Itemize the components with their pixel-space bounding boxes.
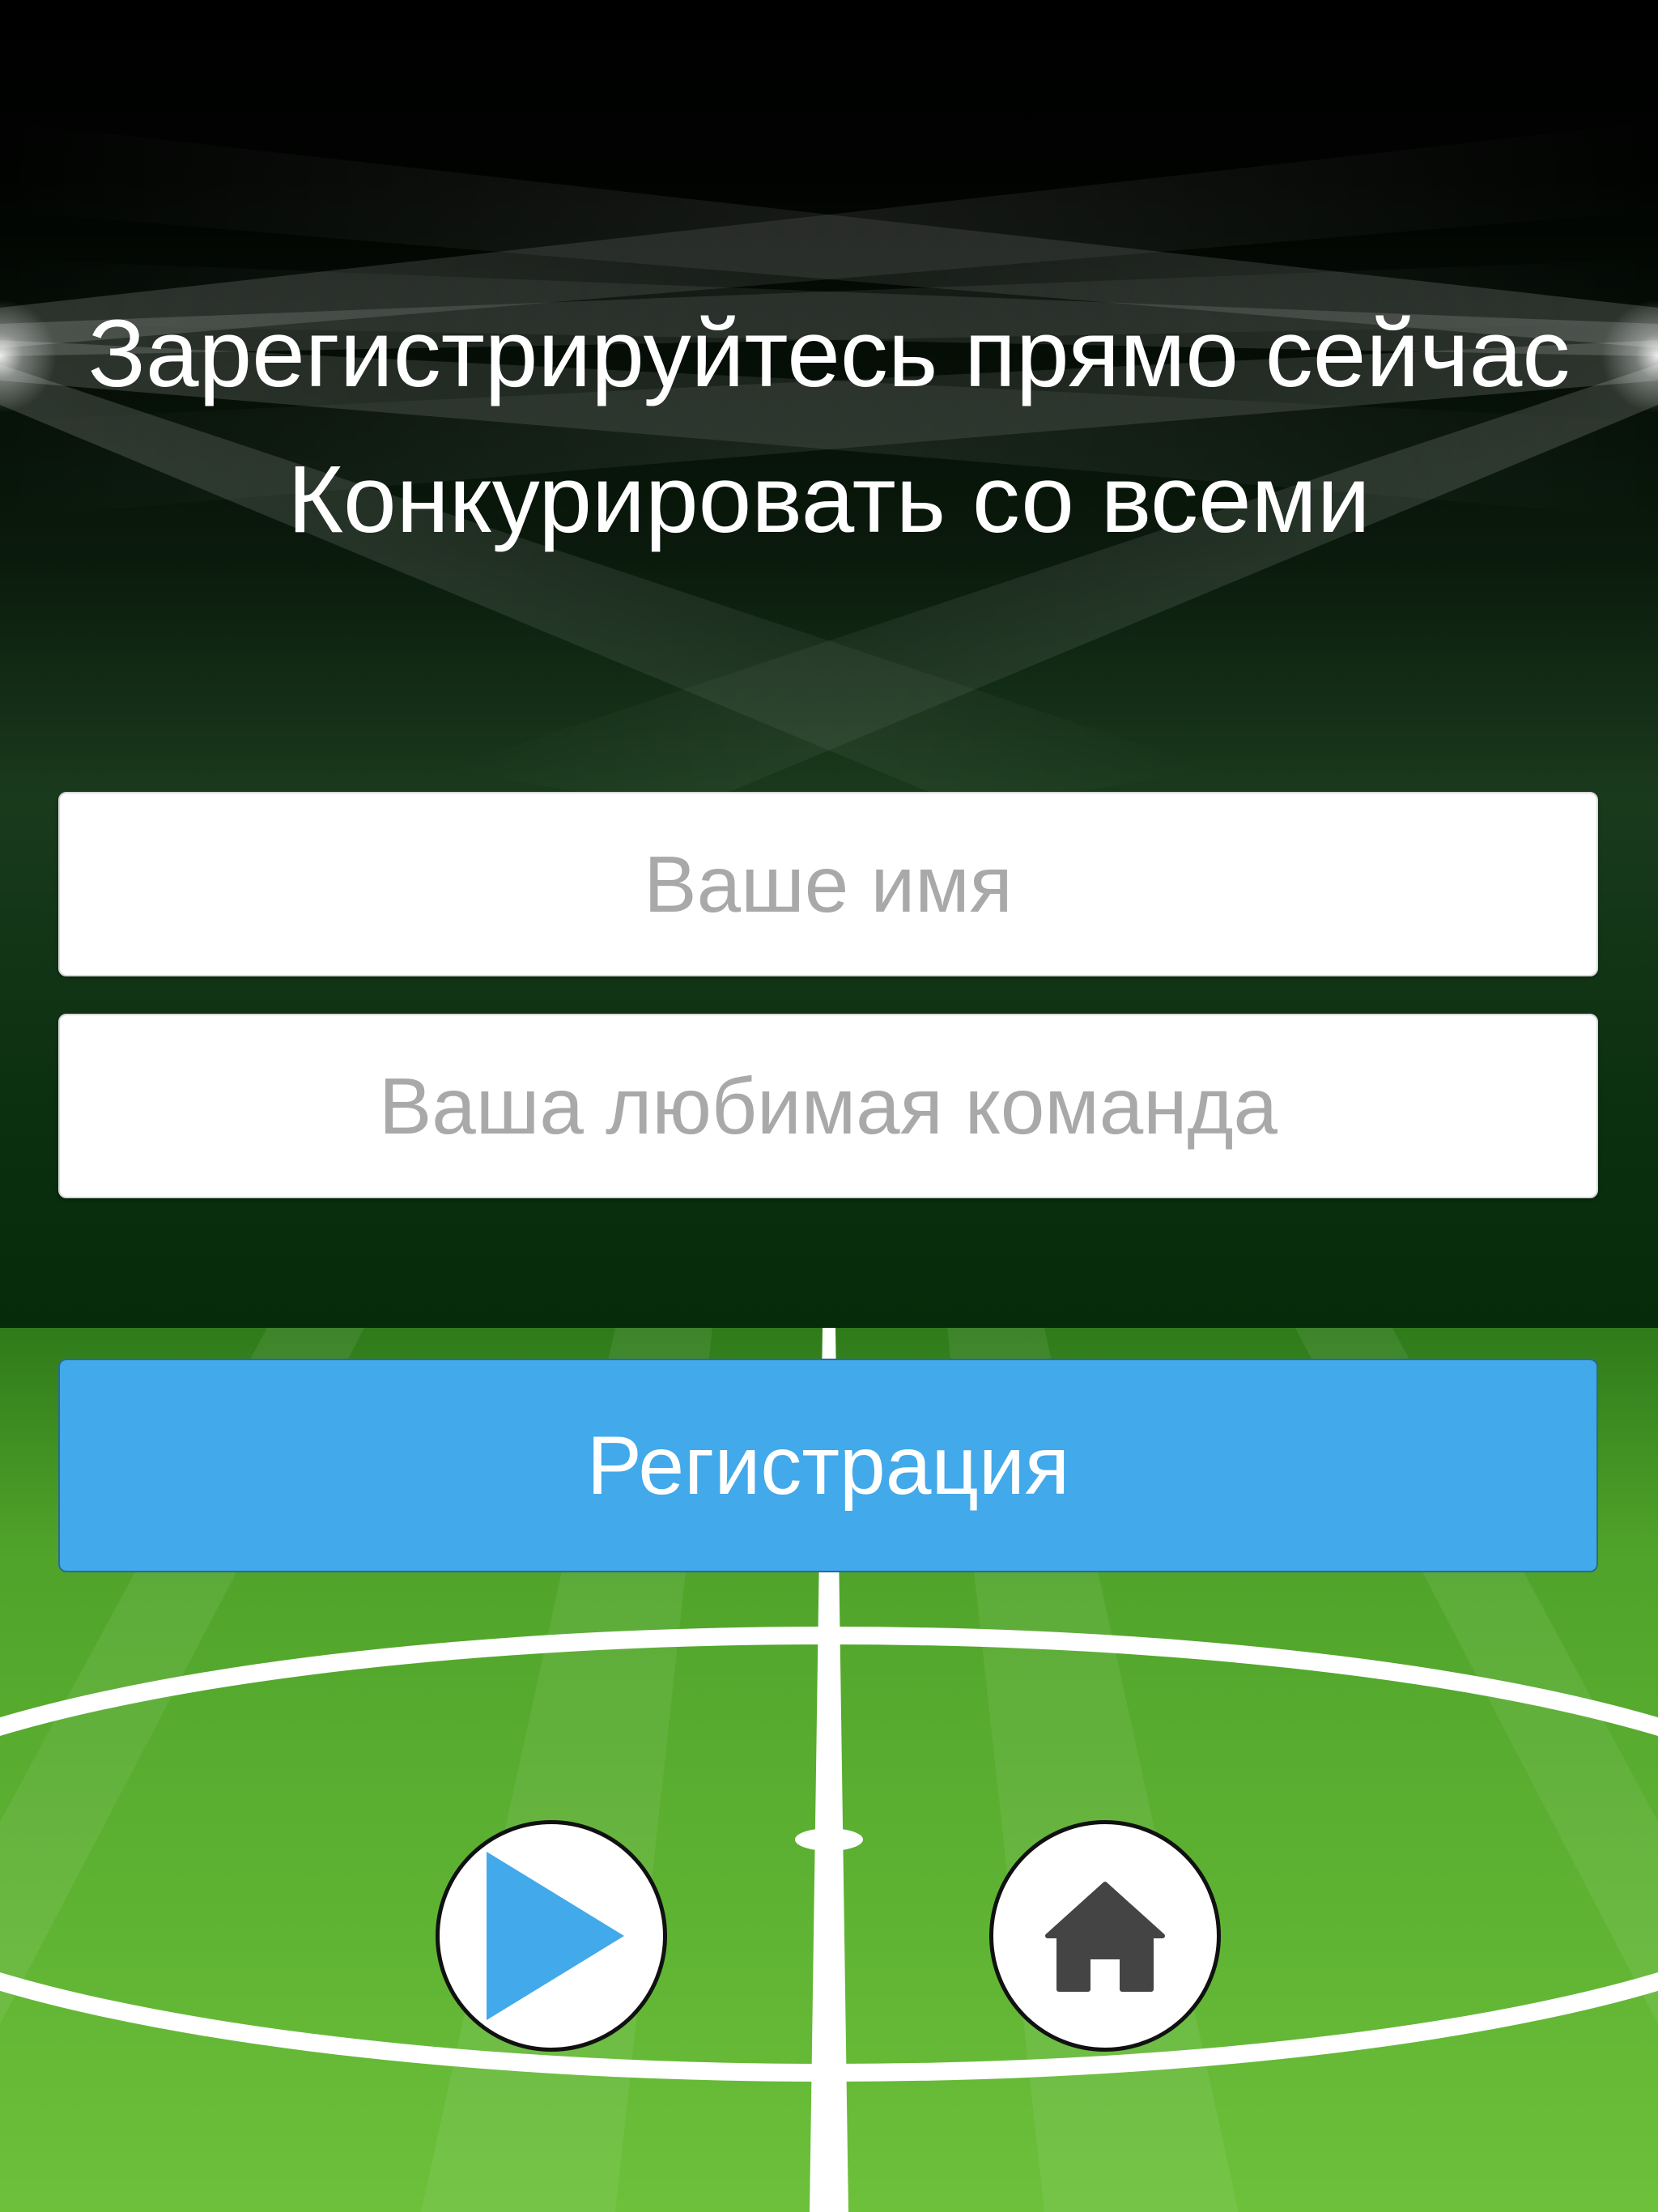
home-button[interactable] (989, 1820, 1221, 2052)
name-input[interactable] (60, 793, 1596, 975)
team-field-wrapper (58, 1014, 1598, 1198)
favorite-team-input[interactable] (60, 1015, 1596, 1197)
page-title: Зарегистрируйтесь прямо сейчас (87, 300, 1571, 407)
play-icon (487, 1852, 624, 2020)
page-subtitle: Конкурировать со всеми (287, 446, 1371, 553)
play-button[interactable] (436, 1820, 667, 2052)
register-button[interactable]: Регистрация (58, 1359, 1598, 1572)
name-field-wrapper (58, 792, 1598, 976)
home-icon (1045, 1882, 1165, 1992)
